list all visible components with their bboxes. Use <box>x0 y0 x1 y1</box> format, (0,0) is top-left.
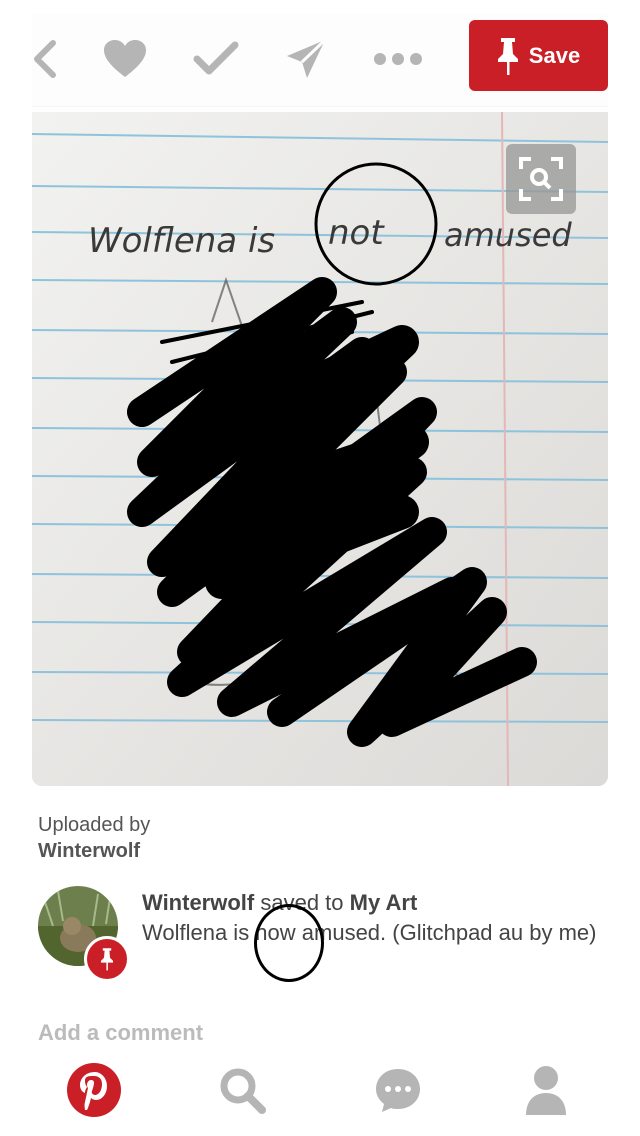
save-button[interactable]: Save <box>469 20 608 91</box>
tab-profile[interactable] <box>516 1060 576 1120</box>
more-button[interactable] <box>372 34 424 84</box>
visual-search-button[interactable] <box>506 144 576 214</box>
tab-search[interactable] <box>212 1060 272 1120</box>
home-icon <box>67 1063 121 1117</box>
tried-it-button[interactable] <box>192 34 240 84</box>
pin-image[interactable]: Wolflena is not amused <box>32 112 608 786</box>
add-comment-field[interactable]: Add a comment <box>38 1020 203 1042</box>
pin-icon <box>101 948 113 971</box>
handwriting-text-2: not <box>328 213 385 253</box>
tab-home[interactable] <box>64 1060 124 1120</box>
like-button[interactable] <box>102 34 148 84</box>
more-icon <box>374 53 422 65</box>
pin-icon <box>497 37 518 75</box>
board-link[interactable]: My Art <box>350 890 418 915</box>
send-icon <box>287 38 327 78</box>
visual-search-icon <box>519 157 563 201</box>
handwriting-text-3: amused <box>444 216 572 254</box>
save-label: Save <box>528 42 581 68</box>
tab-bar <box>0 1040 640 1136</box>
search-icon <box>220 1068 266 1114</box>
pin-description: Wolflena is now amused. (Glitchpad au by… <box>142 920 597 945</box>
pin-attribution: Winterwolf saved to My Art <box>142 888 602 918</box>
back-icon <box>34 40 56 78</box>
heart-icon <box>104 40 146 77</box>
pin-details: Winterwolf saved to My Art Wolflena is n… <box>142 888 602 948</box>
pinner-avatar-wrap[interactable] <box>38 886 130 982</box>
send-button[interactable] <box>284 34 328 84</box>
back-button[interactable] <box>32 34 60 84</box>
saved-to-text: saved to <box>260 890 344 915</box>
pin-badge <box>84 936 130 982</box>
profile-icon <box>526 1066 566 1115</box>
tab-messages[interactable] <box>368 1060 428 1120</box>
uploaded-by: Uploaded by Winterwolf <box>38 812 150 864</box>
messages-icon <box>376 1069 420 1112</box>
uploader-link[interactable]: Winterwolf <box>38 838 150 864</box>
pinner-name-link[interactable]: Winterwolf <box>142 890 254 915</box>
uploaded-by-label: Uploaded by <box>38 814 151 836</box>
check-icon <box>193 41 239 75</box>
pin-toolbar: Save <box>32 14 608 106</box>
handwriting-text-1: Wolflena is <box>88 221 275 261</box>
